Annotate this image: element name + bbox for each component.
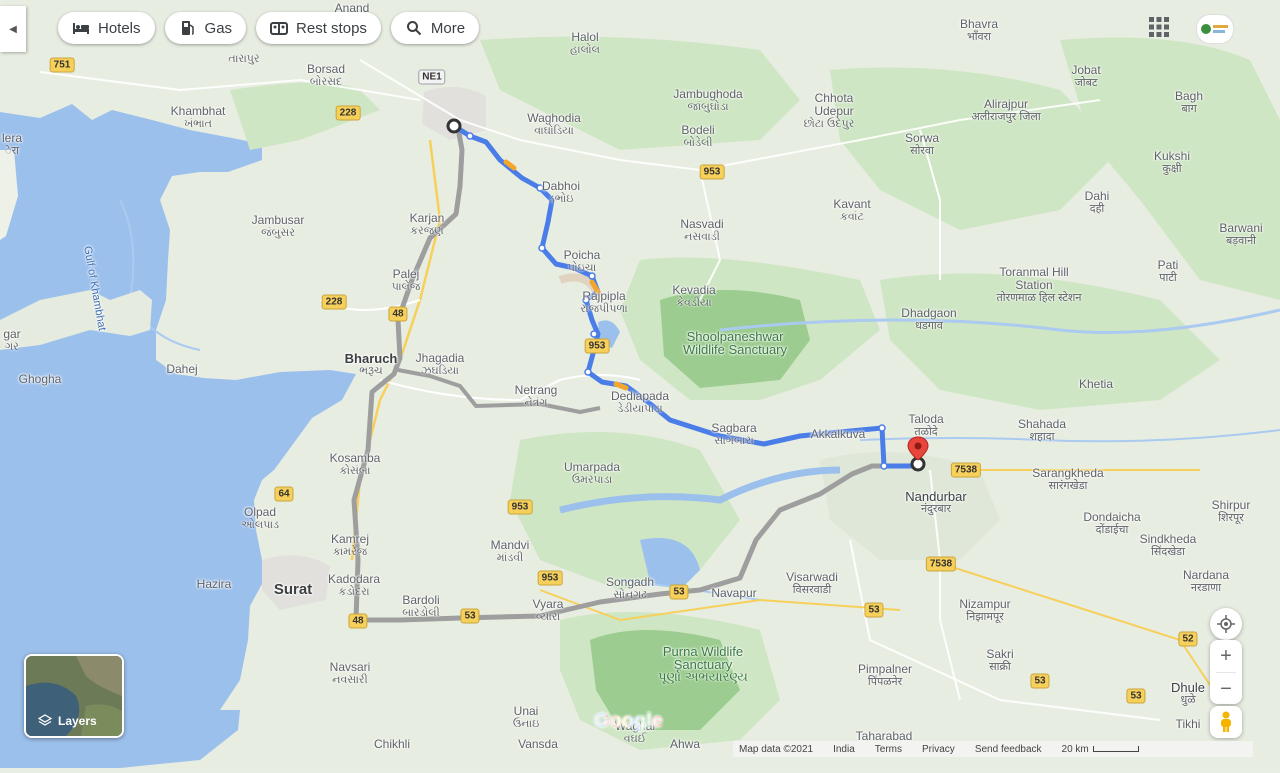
start-marker bbox=[446, 118, 462, 134]
layers-icon bbox=[38, 714, 52, 726]
road-shield: 53 bbox=[669, 584, 689, 600]
rest-stops-chip[interactable]: Rest stops bbox=[256, 12, 381, 44]
street-view-pegman[interactable] bbox=[1210, 706, 1242, 738]
road-shield: 953 bbox=[699, 164, 725, 180]
apps-grid-icon[interactable] bbox=[1148, 16, 1170, 38]
road-shield: 7538 bbox=[925, 556, 957, 572]
zoom-out-button[interactable]: − bbox=[1210, 673, 1242, 705]
road-shield: NE1 bbox=[418, 69, 446, 85]
destination-marker-icon[interactable] bbox=[906, 436, 930, 472]
road-shield: 48 bbox=[348, 613, 368, 629]
crosshair-icon bbox=[1217, 615, 1235, 633]
road-shield: 751 bbox=[49, 57, 75, 73]
restroom-icon bbox=[270, 19, 289, 37]
fuel-pump-icon bbox=[179, 19, 197, 37]
caret-left-icon: ◀ bbox=[9, 23, 17, 35]
more-label: More bbox=[430, 19, 466, 37]
search-icon bbox=[405, 19, 423, 37]
gas-chip[interactable]: Gas bbox=[164, 12, 247, 44]
map-canvas[interactable]: Anand Halol હાલોલ Bhavra भाँवरा તારાપુર Bo… bbox=[0, 0, 1280, 768]
road-shield: 953 bbox=[507, 499, 533, 515]
country-link[interactable]: India bbox=[833, 744, 855, 755]
road-shield: 48 bbox=[388, 306, 408, 322]
road-shield: 228 bbox=[321, 294, 347, 310]
layers-label: Layers bbox=[58, 714, 97, 728]
layers-caption: Layers bbox=[38, 714, 97, 728]
collapse-panel-button[interactable]: ◀ bbox=[0, 6, 26, 52]
profile-logo-icon bbox=[1201, 24, 1228, 34]
map-footer: Map data ©2021 India Terms Privacy Send … bbox=[733, 741, 1253, 757]
privacy-link[interactable]: Privacy bbox=[922, 744, 955, 755]
account-avatar[interactable] bbox=[1196, 14, 1234, 44]
road-shield: 953 bbox=[537, 570, 563, 586]
more-chip[interactable]: More bbox=[390, 12, 480, 44]
road-shield: 953 bbox=[584, 338, 610, 354]
terms-link[interactable]: Terms bbox=[875, 744, 902, 755]
road-shield: 64 bbox=[274, 486, 294, 502]
my-location-button[interactable] bbox=[1210, 608, 1242, 640]
road-shield: 53 bbox=[864, 602, 884, 618]
road-shield: 228 bbox=[335, 105, 361, 121]
layers-toggle[interactable]: Layers bbox=[24, 654, 124, 738]
road-shield: 52 bbox=[1178, 631, 1198, 647]
rest-stops-label: Rest stops bbox=[296, 19, 367, 37]
hotels-label: Hotels bbox=[98, 19, 141, 37]
road-shield: 53 bbox=[460, 608, 480, 624]
gas-label: Gas bbox=[204, 19, 233, 37]
zoom-control: + − bbox=[1210, 640, 1242, 704]
category-chips: Hotels Gas Rest stops More bbox=[58, 12, 480, 44]
hotels-chip[interactable]: Hotels bbox=[58, 12, 155, 44]
map-data-attribution: Map data ©2021 bbox=[739, 743, 814, 755]
google-logo: Google bbox=[594, 710, 663, 733]
road-shield: 7538 bbox=[950, 462, 982, 478]
scale-label: 20 km bbox=[1061, 743, 1089, 755]
road-shield: 53 bbox=[1126, 688, 1146, 704]
pegman-icon bbox=[1221, 711, 1231, 732]
zoom-in-button[interactable]: + bbox=[1210, 640, 1242, 672]
bed-icon bbox=[72, 19, 90, 37]
send-feedback-link[interactable]: Send feedback bbox=[975, 744, 1042, 755]
map-base bbox=[0, 0, 1280, 768]
scale-bar[interactable]: 20 km bbox=[1062, 744, 1139, 755]
google-logo-text: Google bbox=[594, 710, 663, 732]
scale-ruler bbox=[1092, 746, 1139, 752]
road-shield: 53 bbox=[1030, 673, 1050, 689]
